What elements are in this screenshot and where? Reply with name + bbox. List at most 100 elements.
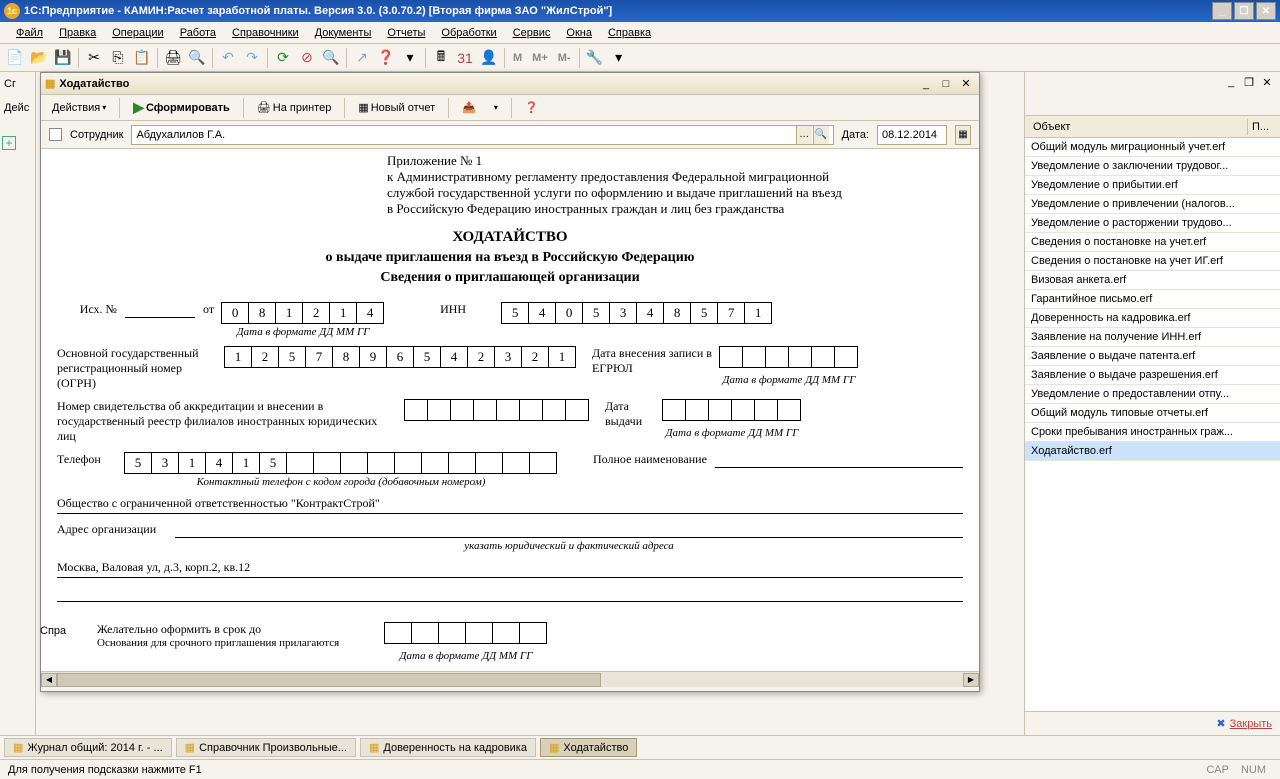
left-actions[interactable]: Дейс [2,100,33,116]
menu-refs[interactable]: Справочники [224,25,307,41]
menu-reports[interactable]: Отчеты [379,25,433,41]
fullname-field[interactable] [715,452,963,468]
col-p[interactable]: П... [1248,119,1276,135]
task-item[interactable]: ▦Ходатайство [540,738,637,757]
calendar-icon[interactable]: 31 [454,47,476,69]
list-item[interactable]: Уведомление о прибытии.erf [1025,176,1280,195]
scroll-right-icon[interactable]: ▶ [963,673,979,687]
stop-icon[interactable]: ⊘ [296,47,318,69]
date1-grid[interactable]: 081214 [222,302,384,324]
list-item[interactable]: Уведомление о привлечении (налогов... [1025,195,1280,214]
menu-windows[interactable]: Окна [558,25,600,41]
print-icon[interactable]: 🖨 [162,47,184,69]
restore-button[interactable]: ❐ [1234,2,1254,20]
list-item[interactable]: Уведомление о предоставлении отпу... [1025,385,1280,404]
dialog-maximize-button[interactable]: □ [937,76,955,92]
export-dropdown[interactable]: ▾ [487,100,505,115]
panel-close-button[interactable]: ✕ [1258,74,1276,90]
menu-docs[interactable]: Документы [307,25,380,41]
inn-grid[interactable]: 5405348571 [502,302,772,324]
cut-icon[interactable]: ✂ [83,47,105,69]
list-item[interactable]: Доверенность на кадровика.erf [1025,309,1280,328]
issue-date-grid[interactable] [663,399,801,421]
help-icon[interactable]: ❓ [375,47,397,69]
list-item[interactable]: Заявление о выдаче патента.erf [1025,347,1280,366]
list-item[interactable]: Уведомление о заключении трудовог... [1025,157,1280,176]
task-item[interactable]: ▦Доверенность на кадровика [360,738,536,757]
list-item[interactable]: Сведения о постановке на учет ИГ.erf [1025,252,1280,271]
address-field-2[interactable]: Москва, Валовая ул, д.3, корп.2, кв.12 [57,560,963,578]
ish-field[interactable] [125,302,195,318]
open-icon[interactable]: 📂 [28,47,50,69]
menu-file[interactable]: Файл [8,25,51,41]
close-link[interactable]: ✖ Закрыть [1216,717,1272,730]
menu-operations[interactable]: Операции [104,25,171,41]
settings-icon[interactable]: 🔧 [584,47,606,69]
menu-service[interactable]: Сервис [505,25,559,41]
printer-button[interactable]: 🖨 На принтер [250,98,339,117]
scroll-left-icon[interactable]: ◀ [41,673,57,687]
date-picker-icon[interactable]: ▦ [955,125,971,145]
list-item[interactable]: Визовая анкета.erf [1025,271,1280,290]
list-item[interactable]: Заявление о выдаче разрешения.erf [1025,366,1280,385]
task-item[interactable]: ▦Журнал общий: 2014 г. - ... [4,738,172,757]
close-button[interactable]: ✕ [1256,2,1276,20]
m-button[interactable]: M [509,52,526,64]
employee-checkbox[interactable] [49,128,62,141]
employee-input[interactable]: Абдухалилов Г.А. … 🔍 [131,125,833,145]
new-report-button[interactable]: ▦ Новый отчет [351,98,442,117]
address-field-3[interactable] [57,586,963,602]
company-field[interactable]: Общество с ограниченной ответственностью… [57,496,963,514]
form-button[interactable]: ▶ Сформировать [126,96,237,119]
clear-icon[interactable]: 🔍 [813,126,829,144]
actions-dropdown[interactable]: Действия ▾ [45,99,113,117]
task-item[interactable]: ▦Справочник Произвольные... [176,738,356,757]
dialog-minimize-button[interactable]: _ [917,76,935,92]
save-icon[interactable]: 💾 [52,47,74,69]
mplus-button[interactable]: M+ [528,52,552,64]
egrul-date-grid[interactable] [720,346,858,368]
settings-dropdown-icon[interactable]: ▾ [608,47,630,69]
left-tab-1[interactable]: Сг [2,76,33,92]
lookup-icon[interactable]: … [796,126,812,144]
menu-work[interactable]: Работа [172,25,224,41]
dialog-help-button[interactable]: ❓ [518,98,546,117]
task-icon[interactable]: 👤 [478,47,500,69]
preview-icon[interactable]: 🔍 [186,47,208,69]
goto-icon[interactable]: ↗ [351,47,373,69]
panel-restore-button[interactable]: ❐ [1240,74,1258,90]
menu-edit[interactable]: Правка [51,25,104,41]
address-field-1[interactable] [175,522,963,538]
list-item[interactable]: Уведомление о расторжении трудово... [1025,214,1280,233]
menu-help[interactable]: Справка [600,25,659,41]
date-input[interactable]: 08.12.2014 [877,125,947,145]
calc-icon[interactable]: 🖩 [430,47,452,69]
menu-processing[interactable]: Обработки [433,25,504,41]
h-scrollbar[interactable]: ◀ ▶ [41,671,979,687]
accred-grid[interactable] [405,399,589,421]
col-object[interactable]: Объект [1029,119,1248,135]
minimize-button[interactable]: _ [1212,2,1232,20]
paste-icon[interactable]: 📋 [131,47,153,69]
copy-icon[interactable]: ⎘ [107,47,129,69]
ogrn-grid[interactable]: 1257896542321 [225,346,576,368]
mminus-button[interactable]: M- [554,52,575,64]
search-icon[interactable]: 🔍 [320,47,342,69]
add-icon[interactable]: + [2,136,16,150]
list-item[interactable]: Общий модуль миграционный учет.erf [1025,138,1280,157]
list-item[interactable]: Общий модуль типовые отчеты.erf [1025,404,1280,423]
object-list[interactable]: Общий модуль миграционный учет.erfУведом… [1025,138,1280,711]
refresh-icon[interactable]: ⟳ [272,47,294,69]
list-item[interactable]: Сведения о постановке на учет.erf [1025,233,1280,252]
list-item[interactable]: Ходатайство.erf [1025,442,1280,461]
export-button[interactable]: 📤 [455,98,483,117]
panel-minimize-button[interactable]: _ [1222,74,1240,90]
list-item[interactable]: Сроки пребывания иностранных граж... [1025,423,1280,442]
phone-grid[interactable]: 531415 [125,452,557,474]
undo-icon[interactable]: ↶ [217,47,239,69]
list-item[interactable]: Гарантийное письмо.erf [1025,290,1280,309]
redo-icon[interactable]: ↷ [241,47,263,69]
deadline-grid[interactable] [385,622,547,644]
dropdown-icon[interactable]: ▾ [399,47,421,69]
dialog-close-button[interactable]: ✕ [957,76,975,92]
